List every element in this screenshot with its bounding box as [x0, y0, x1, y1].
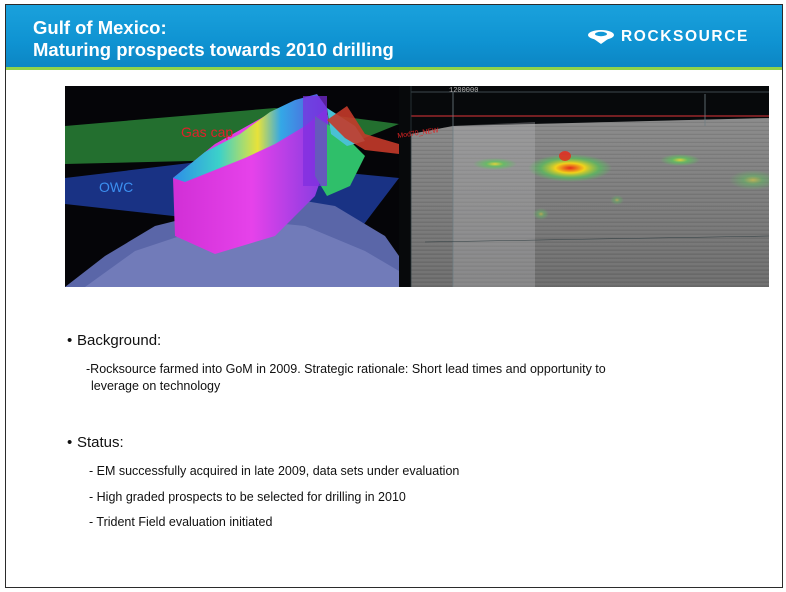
slide: Gulf of Mexico: Maturing prospects towar… — [5, 4, 783, 588]
background-text: -Rocksource farmed into GoM in 2009. Str… — [86, 361, 606, 395]
title-line-2: Maturing prospects towards 2010 drilling — [33, 39, 394, 60]
bullet-icon: • — [67, 332, 73, 349]
status-heading-text: Status: — [77, 434, 124, 451]
bullet-icon: • — [67, 434, 73, 451]
header-accent-line — [6, 67, 782, 70]
background-heading: • Background: — [67, 332, 161, 349]
title-line-1: Gulf of Mexico: — [33, 17, 167, 38]
status-item: - Trident Field evaluation initiated — [89, 515, 273, 529]
slide-title: Gulf of Mexico: Maturing prospects towar… — [33, 17, 394, 61]
logo-wordmark: ROCKSOURCE — [621, 28, 749, 45]
owc-label: OWC — [99, 179, 134, 195]
status-item: - High graded prospects to be selected f… — [89, 490, 406, 504]
background-line-1: -Rocksource farmed into GoM in 2009. Str… — [86, 362, 606, 376]
slide-header: Gulf of Mexico: Maturing prospects towar… — [6, 5, 782, 67]
rocksource-logo-icon — [588, 30, 614, 44]
seismic-3d-image: Gas cap OWC 1200000 Mod70_NEW — [65, 86, 769, 287]
gas-cap-label: Gas cap — [181, 124, 234, 140]
scale-label: 1200000 — [449, 87, 479, 95]
seismic-visualization — [65, 86, 769, 287]
rocksource-logo: ROCKSOURCE — [587, 28, 749, 46]
background-line-2: leverage on technology — [91, 379, 221, 393]
status-heading: • Status: — [67, 434, 124, 451]
status-item: - EM successfully acquired in late 2009,… — [89, 464, 460, 478]
background-heading-text: Background: — [77, 332, 162, 349]
